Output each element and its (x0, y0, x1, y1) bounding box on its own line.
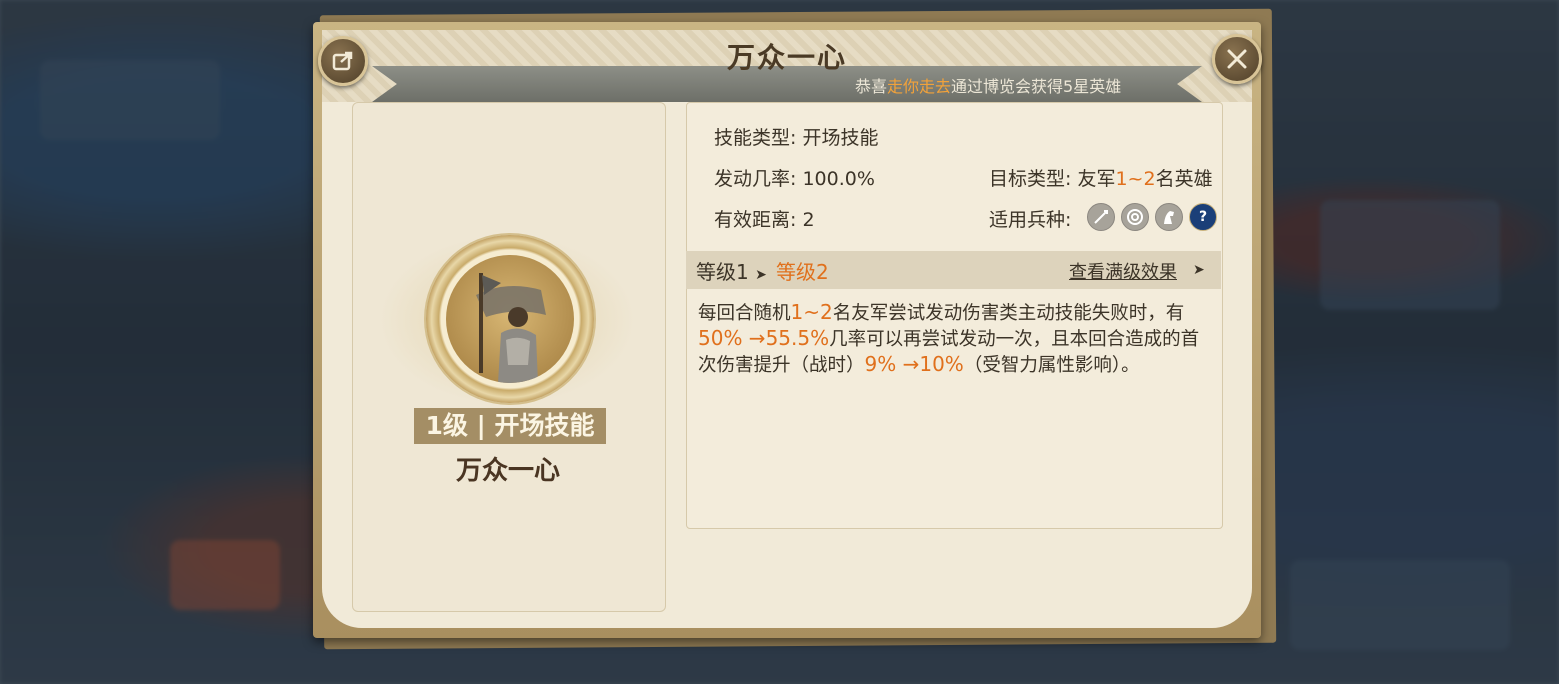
target-count: 1~2 (1115, 168, 1156, 190)
troop-type-label: 适用兵种: (989, 209, 1072, 231)
dialog-title-area: 万众一心 (322, 0, 1252, 80)
current-level: 等级1 ➤ (696, 260, 767, 284)
target-type-row: 目标类型: 友军1~2名英雄 (989, 168, 1213, 190)
view-max-arrow-icon: ➤ (1193, 262, 1205, 278)
announcement-player-name: 走你走去 (887, 77, 952, 96)
troop-type-icons: ? (1087, 203, 1217, 231)
announcement-text: 恭喜走你走去通过博览会获得5星英雄 (855, 77, 1122, 96)
trigger-rate-row: 发动几率: 100.0% (714, 164, 875, 191)
close-button[interactable] (1212, 34, 1262, 84)
effective-range-value: 2 (802, 209, 815, 231)
infantry-icon (1087, 203, 1115, 231)
target-type-label: 目标类型: (989, 168, 1072, 190)
trigger-rate-value: 100.0% (802, 168, 875, 190)
effective-range-label: 有效距离: (714, 209, 797, 231)
dialog-title: 万众一心 (726, 41, 847, 74)
skill-description: 每回合随机1~2名友军尝试发动伤害类主动技能失败时，有50% →55.5%几率可… (698, 300, 1200, 376)
skill-type-value: 开场技能 (802, 127, 879, 149)
skill-type-label: 技能类型: (714, 127, 797, 149)
troop-type-row: 适用兵种: (989, 205, 1071, 232)
level-arrow-icon: ➤ (755, 267, 767, 283)
archer-icon (1121, 203, 1149, 231)
close-icon (1227, 49, 1247, 69)
flag-bearer-hero-icon (446, 255, 574, 383)
skill-level-tag: 1级 | 开场技能 (414, 408, 606, 444)
help-icon[interactable]: ? (1189, 203, 1217, 231)
next-level: 等级2 (776, 260, 829, 284)
trigger-rate-label: 发动几率: (714, 168, 797, 190)
view-max-level-link[interactable]: 查看满级效果 (1069, 258, 1177, 284)
share-icon (332, 51, 353, 71)
skill-name: 万众一心 (455, 456, 560, 486)
effective-range-row: 有效距离: 2 (714, 205, 815, 232)
cavalry-icon (1155, 203, 1183, 231)
skill-type-row: 技能类型: 开场技能 (714, 123, 878, 150)
share-button[interactable] (318, 36, 368, 86)
